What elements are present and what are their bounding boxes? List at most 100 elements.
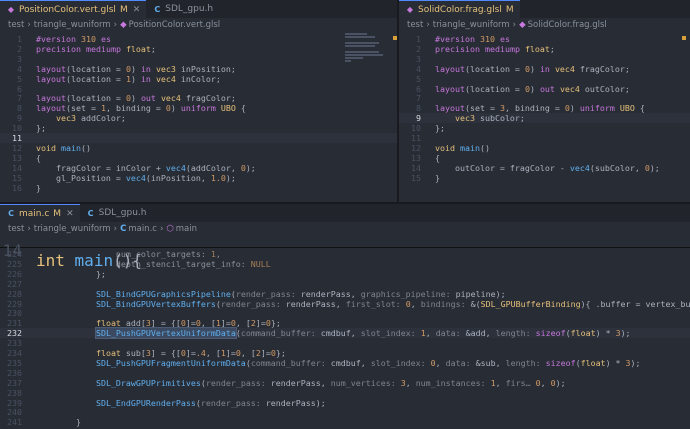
modified-indicator: M: [119, 4, 128, 15]
sticky-scroll-header[interactable]: 14 int main(){: [0, 236, 690, 269]
code-line[interactable]: 11: [0, 133, 397, 143]
line-number: 5: [416, 73, 421, 84]
minimap[interactable]: [345, 33, 383, 73]
code-text: #version 310 es: [36, 34, 111, 44]
code-text: SDL_DrawGPUPrimitives(render_pass: rende…: [95, 377, 566, 388]
chevron-right-icon: ›: [426, 20, 430, 30]
code-line[interactable]: 9 vec3 addColor;: [0, 113, 397, 123]
code-line[interactable]: 233: [0, 338, 690, 348]
breadcrumb-item[interactable]: triangle_wuniform: [34, 224, 111, 234]
breadcrumb-item[interactable]: test: [8, 224, 24, 234]
code-line[interactable]: 1 #version 310 es: [0, 34, 397, 44]
line-number: 237: [7, 377, 22, 388]
code-line[interactable]: 237 SDL_DrawGPUPrimitives(render_pass: r…: [0, 378, 690, 388]
tab-solidcolor-frag[interactable]: ◆ SolidColor.frag.glsl M: [399, 0, 520, 18]
code-line[interactable]: 15 gl_Position = vec4(inPosition, 1.0);: [0, 173, 397, 183]
tab-sdl-gpu-h[interactable]: C SDL_gpu.h: [80, 204, 153, 222]
code-line[interactable]: 1 #version 310 es: [399, 34, 690, 44]
code-line[interactable]: 14 fragColor = inColor + vec4(addColor, …: [0, 163, 397, 173]
code-line[interactable]: 15}: [399, 173, 690, 183]
code-line[interactable]: 236: [0, 368, 690, 378]
right-editor-pane: ◆ SolidColor.frag.glsl M test › triangle_…: [399, 0, 690, 202]
code-line[interactable]: 13 {: [399, 153, 690, 163]
code-text: precision mediump float;: [435, 43, 555, 54]
code-line[interactable]: 229 SDL_BindGPUVertexBuffers(render_pass…: [0, 299, 690, 309]
code-line[interactable]: 241 }: [0, 417, 690, 427]
line-number: 11: [12, 133, 22, 143]
code-line[interactable]: 8 layout(set = 3, binding = 0) uniform UB…: [399, 103, 690, 113]
code-line[interactable]: 16}: [0, 183, 397, 193]
breadcrumb-item[interactable]: triangle_wuniform: [34, 20, 111, 30]
code-line[interactable]: 230: [0, 308, 690, 318]
code-line[interactable]: 238: [0, 388, 690, 398]
breadcrumb-item[interactable]: main: [176, 224, 197, 234]
code-line[interactable]: 10};: [0, 123, 397, 133]
code-text: };: [435, 123, 445, 134]
code-line[interactable]: 231 float add[3] = {[0]=0, [1]=0, [2]=0}…: [0, 318, 690, 328]
code-text: layout(location = 0) out vec4 fragColor;: [36, 93, 236, 104]
code-line[interactable]: 2 precision mediump float;: [399, 44, 690, 54]
code-line[interactable]: 239 SDL_EndGPURenderPass(render_pass: re…: [0, 398, 690, 408]
breadcrumb-item[interactable]: test: [407, 20, 423, 30]
bottom-tab-bar: C main.c M ✕ C SDL_gpu.h: [0, 204, 690, 222]
code-line[interactable]: 7 layout(location = 0) out vec4 fragColor…: [0, 93, 397, 103]
breadcrumb-item[interactable]: test: [8, 20, 24, 30]
code-line[interactable]: 235 SDL_PushGPUFragmentUniformData(comma…: [0, 358, 690, 368]
close-icon[interactable]: ✕: [133, 5, 141, 15]
code-line[interactable]: 12 void main(): [399, 143, 690, 153]
code-line[interactable]: 5 layout(location = 1) in vec4 inColor;: [0, 74, 397, 84]
code-text: gl_Position = vec4(inPosition, 1.0);: [36, 172, 236, 183]
code-line[interactable]: 12 void main(): [0, 143, 397, 153]
code-text: }: [435, 172, 440, 183]
line-number: 8: [17, 103, 22, 114]
code-line[interactable]: 10};: [399, 123, 690, 133]
code-editor[interactable]: 224 num_color_targets: 1, 225 depth_stenc…: [0, 248, 690, 429]
c-file-icon: C: [8, 209, 14, 218]
code-line[interactable]: 228 SDL_BindGPUGraphicsPipeline(render_p…: [0, 289, 690, 299]
right-tab-bar: ◆ SolidColor.frag.glsl M: [399, 0, 690, 18]
line-number: 1: [416, 34, 421, 44]
tab-main-c[interactable]: C main.c M ✕: [0, 204, 80, 222]
line-number: 10: [12, 123, 22, 134]
code-text: {: [435, 152, 440, 163]
code-line[interactable]: 14 outColor = fragColor - vec4(subColor,…: [399, 163, 690, 173]
code-editor[interactable]: 1 #version 310 es 2 precision mediump float…: [399, 32, 690, 202]
code-editor[interactable]: 1 #version 310 es 2 precision mediump float…: [0, 32, 397, 202]
line-number: 11: [411, 133, 421, 143]
code-line[interactable]: 4 layout(location = 0) in vec3 inPosition…: [0, 64, 397, 74]
code-line[interactable]: 4 layout(location = 0) in vec4 fragColor;: [399, 64, 690, 74]
code-line[interactable]: 6 layout(location = 0) out vec4 outColor;: [399, 84, 690, 94]
code-line[interactable]: 5: [399, 74, 690, 84]
code-text: }: [36, 182, 41, 193]
code-text: SDL_BindGPUVertexBuffers(render_pass: re…: [95, 298, 690, 309]
code-text: layout(location = 1) in vec4 inColor;: [36, 73, 221, 84]
code-line[interactable]: 3: [399, 54, 690, 64]
line-number: 229: [7, 298, 22, 309]
code-line[interactable]: 8 layout(set = 1, binding = 0) uniform UB…: [0, 103, 397, 113]
tab-positioncolor-vert[interactable]: ◆ PositionColor.vert.glsl M ✕: [0, 0, 147, 18]
code-line[interactable]: 3: [0, 54, 397, 64]
code-line[interactable]: 232 SDL_PushGPUVertexUniformData(command…: [0, 327, 690, 340]
code-line[interactable]: 13 {: [0, 153, 397, 163]
breadcrumb-item[interactable]: triangle_wuniform: [433, 20, 510, 30]
code-line[interactable]: 7: [399, 93, 690, 103]
breadcrumb-item[interactable]: main.c: [128, 224, 157, 234]
code-line[interactable]: 226 };: [0, 269, 690, 279]
line-number: 10: [411, 123, 421, 134]
tab-sdl-gpu-h[interactable]: C SDL_gpu.h: [146, 0, 219, 18]
close-icon[interactable]: ✕: [66, 209, 74, 219]
line-number: 3: [17, 53, 22, 64]
code-line[interactable]: 9 vec3 subColor;: [399, 113, 690, 124]
code-line[interactable]: 234 float sub[3] = {[0]=.4, [1]=0, [2]=0…: [0, 348, 690, 358]
code-line[interactable]: 227: [0, 279, 690, 289]
line-number: 3: [416, 53, 421, 64]
code-line[interactable]: 6: [0, 84, 397, 94]
left-editor-pane: ◆ PositionColor.vert.glsl M ✕ C SDL_gpu.…: [0, 0, 397, 202]
code-line[interactable]: 11: [399, 133, 690, 143]
breadcrumb-item[interactable]: PositionColor.vert.glsl: [129, 20, 221, 30]
breadcrumb-item[interactable]: SolidColor.frag.glsl: [528, 20, 607, 30]
code-line[interactable]: 2 precision mediump float;: [0, 44, 397, 54]
tab-label: SDL_gpu.h: [165, 4, 214, 14]
code-line[interactable]: 240: [0, 407, 690, 417]
code-text: vec3 subColor;: [454, 113, 525, 124]
